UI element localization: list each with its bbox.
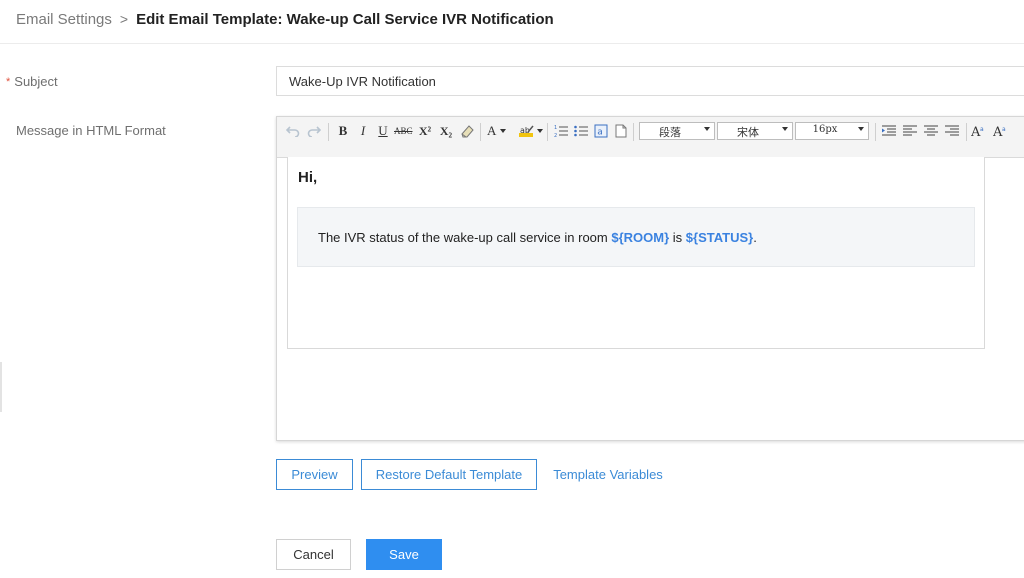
toolbar-separator bbox=[633, 123, 634, 141]
font-family-select[interactable]: 宋体 bbox=[717, 122, 793, 140]
font-size-value: 16px bbox=[812, 124, 838, 135]
svg-text:a: a bbox=[980, 126, 984, 133]
toolbar-separator bbox=[328, 123, 329, 141]
increase-font-icon[interactable]: Aa bbox=[971, 122, 987, 140]
restore-default-template-button[interactable]: Restore Default Template bbox=[361, 459, 537, 490]
font-color-label: A bbox=[487, 123, 497, 138]
chevron-down-icon bbox=[782, 127, 788, 131]
editor-document[interactable]: Hi, The IVR status of the wake-up call s… bbox=[287, 157, 985, 349]
highlight-color-button[interactable]: ab bbox=[519, 122, 545, 140]
ordered-list-icon[interactable]: 12 bbox=[553, 122, 569, 140]
align-right-icon[interactable] bbox=[944, 122, 960, 140]
paragraph-format-value: 段落 bbox=[659, 126, 681, 139]
italic-button[interactable]: I bbox=[355, 122, 371, 140]
toolbar-separator bbox=[875, 123, 876, 141]
indent-icon[interactable] bbox=[881, 122, 897, 140]
toolbar-separator bbox=[480, 123, 481, 141]
font-size-select[interactable]: 16px bbox=[795, 122, 869, 140]
svg-text:2: 2 bbox=[554, 133, 557, 138]
chevron-down-icon bbox=[500, 129, 507, 133]
undo-icon[interactable] bbox=[285, 122, 301, 140]
message-box: The IVR status of the wake-up call servi… bbox=[297, 207, 975, 267]
page-header: Email Settings > Edit Email Template: Wake… bbox=[0, 0, 1024, 44]
redo-icon[interactable] bbox=[306, 122, 322, 140]
svg-text:1: 1 bbox=[554, 125, 557, 131]
message-label: Message in HTML Format bbox=[16, 123, 166, 138]
variable-room: ${ROOM} bbox=[611, 230, 670, 245]
message-text: The IVR status of the wake-up call servi… bbox=[318, 230, 757, 245]
highlighter-icon: ab bbox=[519, 125, 534, 137]
eraser-icon[interactable] bbox=[459, 122, 475, 140]
decrease-font-icon[interactable]: Aa bbox=[993, 122, 1009, 140]
cancel-button[interactable]: Cancel bbox=[276, 539, 351, 570]
subject-input[interactable] bbox=[276, 66, 1024, 96]
save-button[interactable]: Save bbox=[366, 539, 442, 570]
align-left-icon[interactable] bbox=[902, 122, 918, 140]
superscript-button[interactable]: X² bbox=[417, 122, 433, 140]
greeting-text: Hi, bbox=[298, 169, 318, 186]
underline-button[interactable]: U bbox=[375, 122, 391, 140]
chevron-down-icon bbox=[537, 129, 543, 133]
message-prefix: The IVR status of the wake-up call servi… bbox=[318, 230, 612, 245]
paragraph-format-select[interactable]: 段落 bbox=[639, 122, 715, 140]
subject-label: * Subject bbox=[6, 74, 58, 89]
breadcrumb-separator: > bbox=[119, 11, 129, 27]
svg-text:a: a bbox=[1002, 126, 1006, 133]
unordered-list-icon[interactable] bbox=[573, 122, 589, 140]
html-editor[interactable]: B I U ABC X² X₂ A ab 12 a 段落 宋体 16px A a… bbox=[276, 116, 1024, 441]
message-suffix: . bbox=[753, 230, 757, 245]
chevron-down-icon bbox=[704, 127, 710, 131]
required-marker: * bbox=[6, 76, 11, 88]
chevron-down-icon bbox=[858, 127, 864, 131]
preview-button[interactable]: Preview bbox=[276, 459, 353, 490]
template-variables-link[interactable]: Template Variables bbox=[550, 459, 666, 490]
breadcrumb-email-settings[interactable]: Email Settings bbox=[16, 11, 112, 28]
svg-text:a: a bbox=[597, 128, 603, 138]
editor-toolbar: B I U ABC X² X₂ A ab 12 a 段落 宋体 16px A a… bbox=[277, 117, 1024, 158]
font-family-value: 宋体 bbox=[737, 126, 759, 139]
variable-status: ${STATUS} bbox=[685, 230, 754, 245]
page-icon[interactable] bbox=[613, 122, 629, 140]
anchor-icon[interactable]: a bbox=[593, 122, 609, 140]
subject-label-text: Subject bbox=[14, 74, 58, 89]
left-edge-divider bbox=[0, 362, 2, 412]
toolbar-separator bbox=[966, 123, 967, 141]
strikethrough-button[interactable]: ABC bbox=[394, 122, 413, 140]
page-title: Edit Email Template: Wake-up Call Servic… bbox=[136, 11, 554, 28]
font-color-button[interactable]: A bbox=[487, 122, 513, 140]
align-center-icon[interactable] bbox=[923, 122, 939, 140]
subscript-button[interactable]: X₂ bbox=[438, 122, 454, 140]
bold-button[interactable]: B bbox=[335, 122, 351, 140]
toolbar-separator bbox=[547, 123, 548, 141]
message-middle: is bbox=[669, 230, 686, 245]
breadcrumb: Email Settings > Edit Email Template: Wake… bbox=[16, 11, 554, 28]
